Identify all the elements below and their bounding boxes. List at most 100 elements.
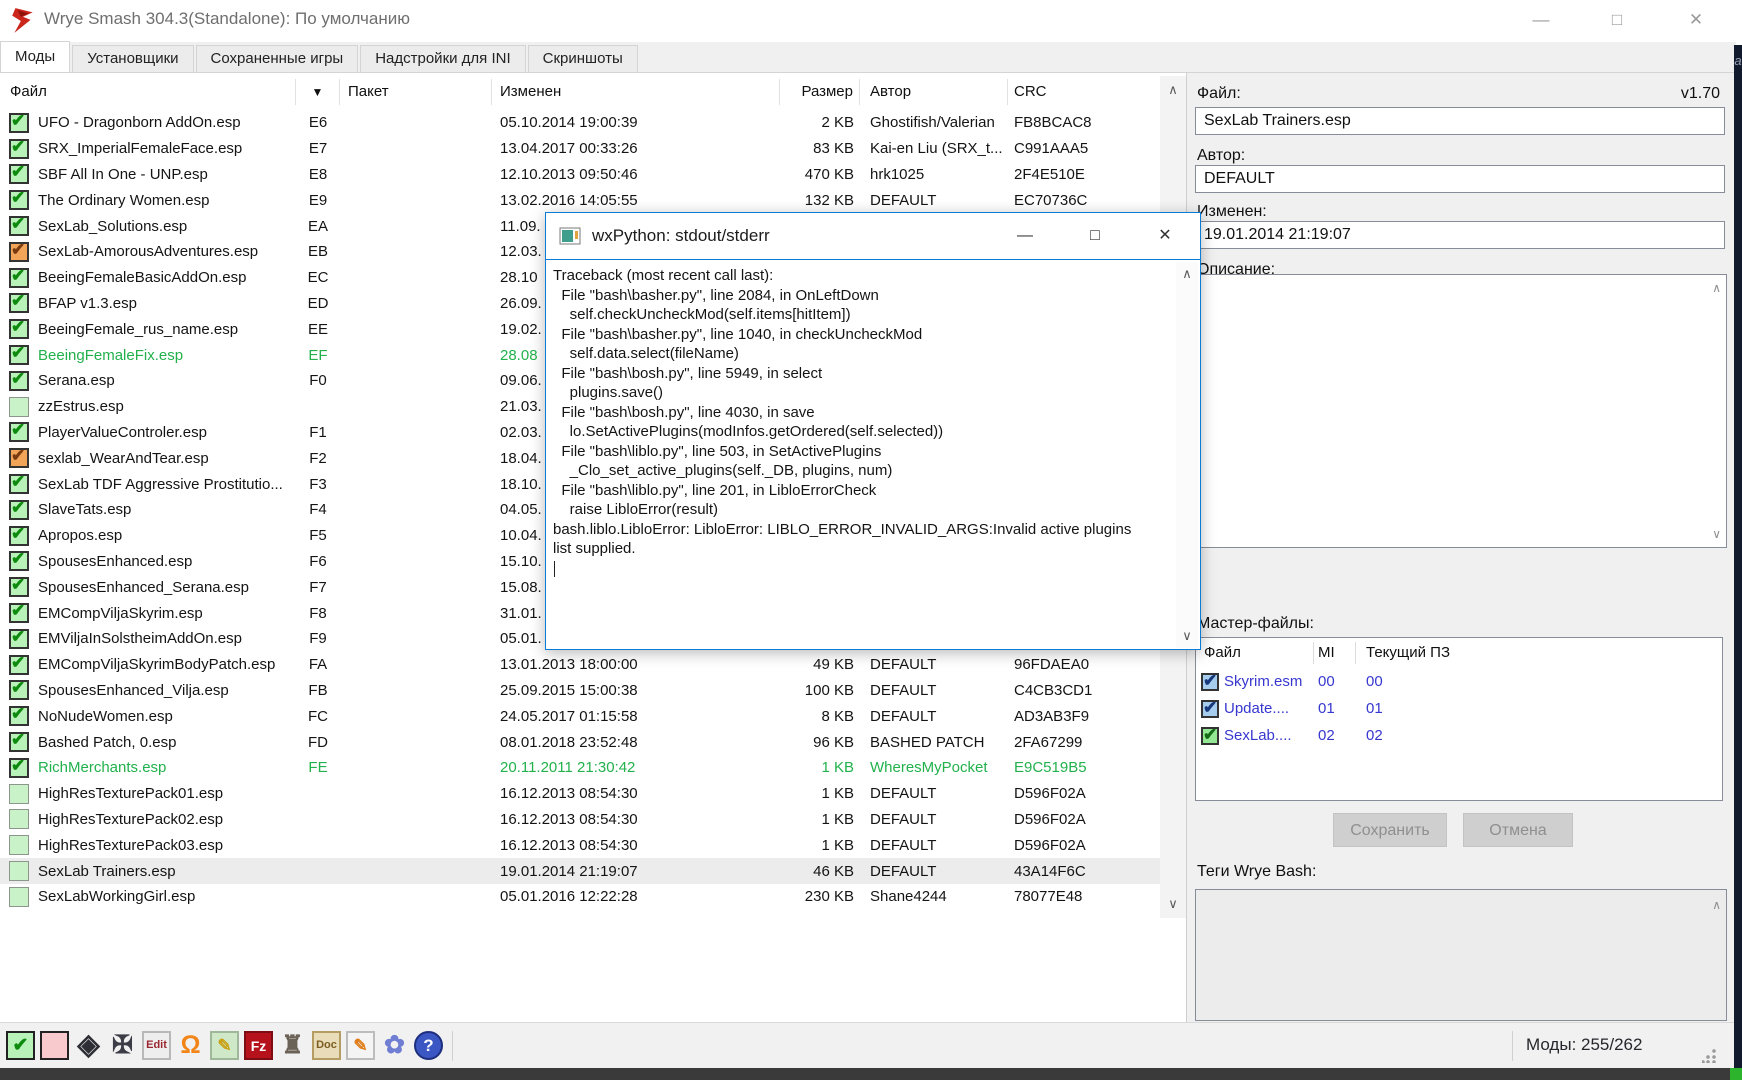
tab-Надстройки для INI[interactable]: Надстройки для INI	[360, 45, 525, 72]
table-row[interactable]: SexLabWorkingGirl.esp05.01.2016 12:22:28…	[0, 884, 1160, 910]
mod-checkbox[interactable]	[9, 861, 29, 881]
close-button[interactable]: ✕	[1661, 0, 1731, 40]
filezilla-icon[interactable]: Fz	[244, 1031, 273, 1060]
mod-checkbox[interactable]	[9, 139, 29, 159]
master-checkbox[interactable]	[1201, 700, 1219, 718]
cancel-button[interactable]: Отмена	[1463, 813, 1573, 847]
dialog-minimize-button[interactable]: —	[990, 213, 1060, 259]
mod-checkbox[interactable]	[9, 680, 29, 700]
mod-checkbox[interactable]	[9, 190, 29, 210]
table-row[interactable]: HighResTexturePack03.esp16.12.2013 08:54…	[0, 832, 1160, 858]
mod-checkbox[interactable]	[9, 319, 29, 339]
boss-gear-icon[interactable]: ✿	[380, 1031, 409, 1060]
castle-icon[interactable]: ♜	[278, 1031, 307, 1060]
minimize-button[interactable]: —	[1506, 0, 1576, 40]
dialog-close-button[interactable]: ✕	[1130, 213, 1200, 259]
skse-logo-icon[interactable]: ✠	[108, 1031, 137, 1060]
scroll-up-icon[interactable]: ∧	[1712, 898, 1721, 912]
mod-checkbox[interactable]	[9, 164, 29, 184]
mod-checkbox[interactable]	[9, 655, 29, 675]
mod-checkbox[interactable]	[9, 113, 29, 133]
bash-tags-field[interactable]: ∧	[1195, 889, 1727, 1021]
table-row[interactable]: SpousesEnhanced_Vilja.espFB25.09.2015 15…	[0, 678, 1160, 704]
mod-checkbox[interactable]	[9, 293, 29, 313]
help-icon[interactable]: ?	[414, 1031, 443, 1060]
mod-checkbox[interactable]	[9, 216, 29, 236]
column-header-crc[interactable]: CRC	[1008, 79, 1160, 105]
table-row[interactable]: HighResTexturePack02.esp16.12.2013 08:54…	[0, 807, 1160, 833]
notes-icon[interactable]: ✎	[346, 1031, 375, 1060]
table-row[interactable]: UFO - Dragonborn AddOn.espE605.10.2014 1…	[0, 110, 1160, 136]
tes5edit-icon[interactable]: Edit	[142, 1031, 171, 1060]
mod-checkbox[interactable]	[9, 422, 29, 442]
mod-checkbox[interactable]	[9, 784, 29, 804]
table-row[interactable]: NoNudeWomen.espFC24.05.2017 01:15:588 KB…	[0, 703, 1160, 729]
mod-checkbox[interactable]	[9, 448, 29, 468]
column-header-size[interactable]: Размер	[780, 79, 860, 105]
sort-indicator-icon[interactable]: ▼	[296, 79, 340, 105]
save-button[interactable]: Сохранить	[1333, 813, 1447, 847]
table-row[interactable]: SexLab Trainers.esp19.01.2014 21:19:0746…	[0, 858, 1160, 884]
dialog-title-bar[interactable]: wxPython: stdout/stderr — □ ✕	[546, 213, 1200, 259]
mod-checkbox[interactable]	[9, 809, 29, 829]
column-header-author[interactable]: Автор	[860, 79, 1008, 105]
mod-checkbox[interactable]	[9, 345, 29, 365]
scroll-up-icon[interactable]: ∧	[1176, 266, 1198, 282]
master-checkbox[interactable]	[1201, 727, 1219, 745]
table-row[interactable]: The Ordinary Women.espE913.02.2016 14:05…	[0, 187, 1160, 213]
mod-checkbox[interactable]	[9, 887, 29, 907]
mod-checkbox[interactable]	[9, 629, 29, 649]
mod-checkbox[interactable]	[9, 706, 29, 726]
table-row[interactable]: Bashed Patch, 0.espFD08.01.2018 23:52:48…	[0, 729, 1160, 755]
table-row[interactable]: SRX_ImperialFemaleFace.espE713.04.2017 0…	[0, 136, 1160, 162]
column-header-modified[interactable]: Изменен	[492, 79, 780, 105]
table-row[interactable]: EMCompViljaSkyrimBodyPatch.espFA13.01.20…	[0, 652, 1160, 678]
masters-column-file[interactable]: Файл	[1196, 642, 1314, 664]
masters-column-mi[interactable]: MI	[1314, 642, 1356, 664]
tab-Сохраненные игры[interactable]: Сохраненные игры	[196, 45, 359, 72]
author-field[interactable]: DEFAULT	[1195, 165, 1725, 193]
master-row[interactable]: SexLab....0202	[1196, 722, 1722, 749]
table-row[interactable]: RichMerchants.espFE20.11.2011 21:30:421 …	[0, 755, 1160, 781]
mod-checkbox[interactable]	[9, 268, 29, 288]
mod-checkbox[interactable]	[9, 474, 29, 494]
doc-icon[interactable]: Doc	[312, 1031, 341, 1060]
modified-field[interactable]: 19.01.2014 21:19:07	[1195, 221, 1725, 249]
tab-Скриншоты[interactable]: Скриншоты	[528, 45, 638, 72]
mod-checkbox[interactable]	[9, 603, 29, 623]
mod-checkbox[interactable]	[9, 526, 29, 546]
audacity-icon[interactable]: Ω	[176, 1031, 205, 1060]
master-checkbox[interactable]	[1201, 673, 1219, 691]
status-checkbox-empty-icon[interactable]	[40, 1031, 69, 1060]
scroll-up-icon[interactable]: ∧	[1160, 82, 1186, 98]
tab-Установщики[interactable]: Установщики	[72, 45, 193, 72]
dialog-log-area[interactable]: Traceback (most recent call last): File …	[546, 259, 1200, 649]
table-row[interactable]: HighResTexturePack01.esp16.12.2013 08:54…	[0, 781, 1160, 807]
status-checkbox-checked-icon[interactable]: ✔	[6, 1031, 35, 1060]
scroll-down-icon[interactable]: ∨	[1160, 896, 1186, 912]
mod-checkbox[interactable]	[9, 397, 29, 417]
mod-checkbox[interactable]	[9, 758, 29, 778]
scroll-down-icon[interactable]: ∨	[1176, 628, 1198, 644]
mod-checkbox[interactable]	[9, 551, 29, 571]
mod-checkbox[interactable]	[9, 500, 29, 520]
masters-column-current[interactable]: Текущий ПЗ	[1356, 642, 1716, 664]
column-header-paket[interactable]: Пакет	[340, 79, 492, 105]
dialog-scrollbar[interactable]: ∧ ∨	[1176, 262, 1198, 648]
resize-grip[interactable]	[1702, 1049, 1716, 1063]
mod-checkbox[interactable]	[9, 371, 29, 391]
dialog-maximize-button[interactable]: □	[1060, 213, 1130, 259]
file-field[interactable]: SexLab Trainers.esp	[1195, 107, 1725, 135]
description-field[interactable]: ∧ ∨	[1195, 274, 1727, 548]
scroll-up-icon[interactable]: ∧	[1712, 281, 1721, 295]
mod-checkbox[interactable]	[9, 835, 29, 855]
tab-Моды[interactable]: Моды	[0, 41, 70, 72]
skyrim-logo-icon[interactable]: ◈	[74, 1031, 103, 1060]
column-header-file[interactable]: Файл	[0, 79, 296, 105]
mod-checkbox[interactable]	[9, 242, 29, 262]
scroll-down-icon[interactable]: ∨	[1712, 527, 1721, 541]
maximize-button[interactable]: □	[1582, 0, 1652, 40]
mod-checkbox[interactable]	[9, 577, 29, 597]
master-row[interactable]: Update....0101	[1196, 695, 1722, 722]
mod-checkbox[interactable]	[9, 732, 29, 752]
